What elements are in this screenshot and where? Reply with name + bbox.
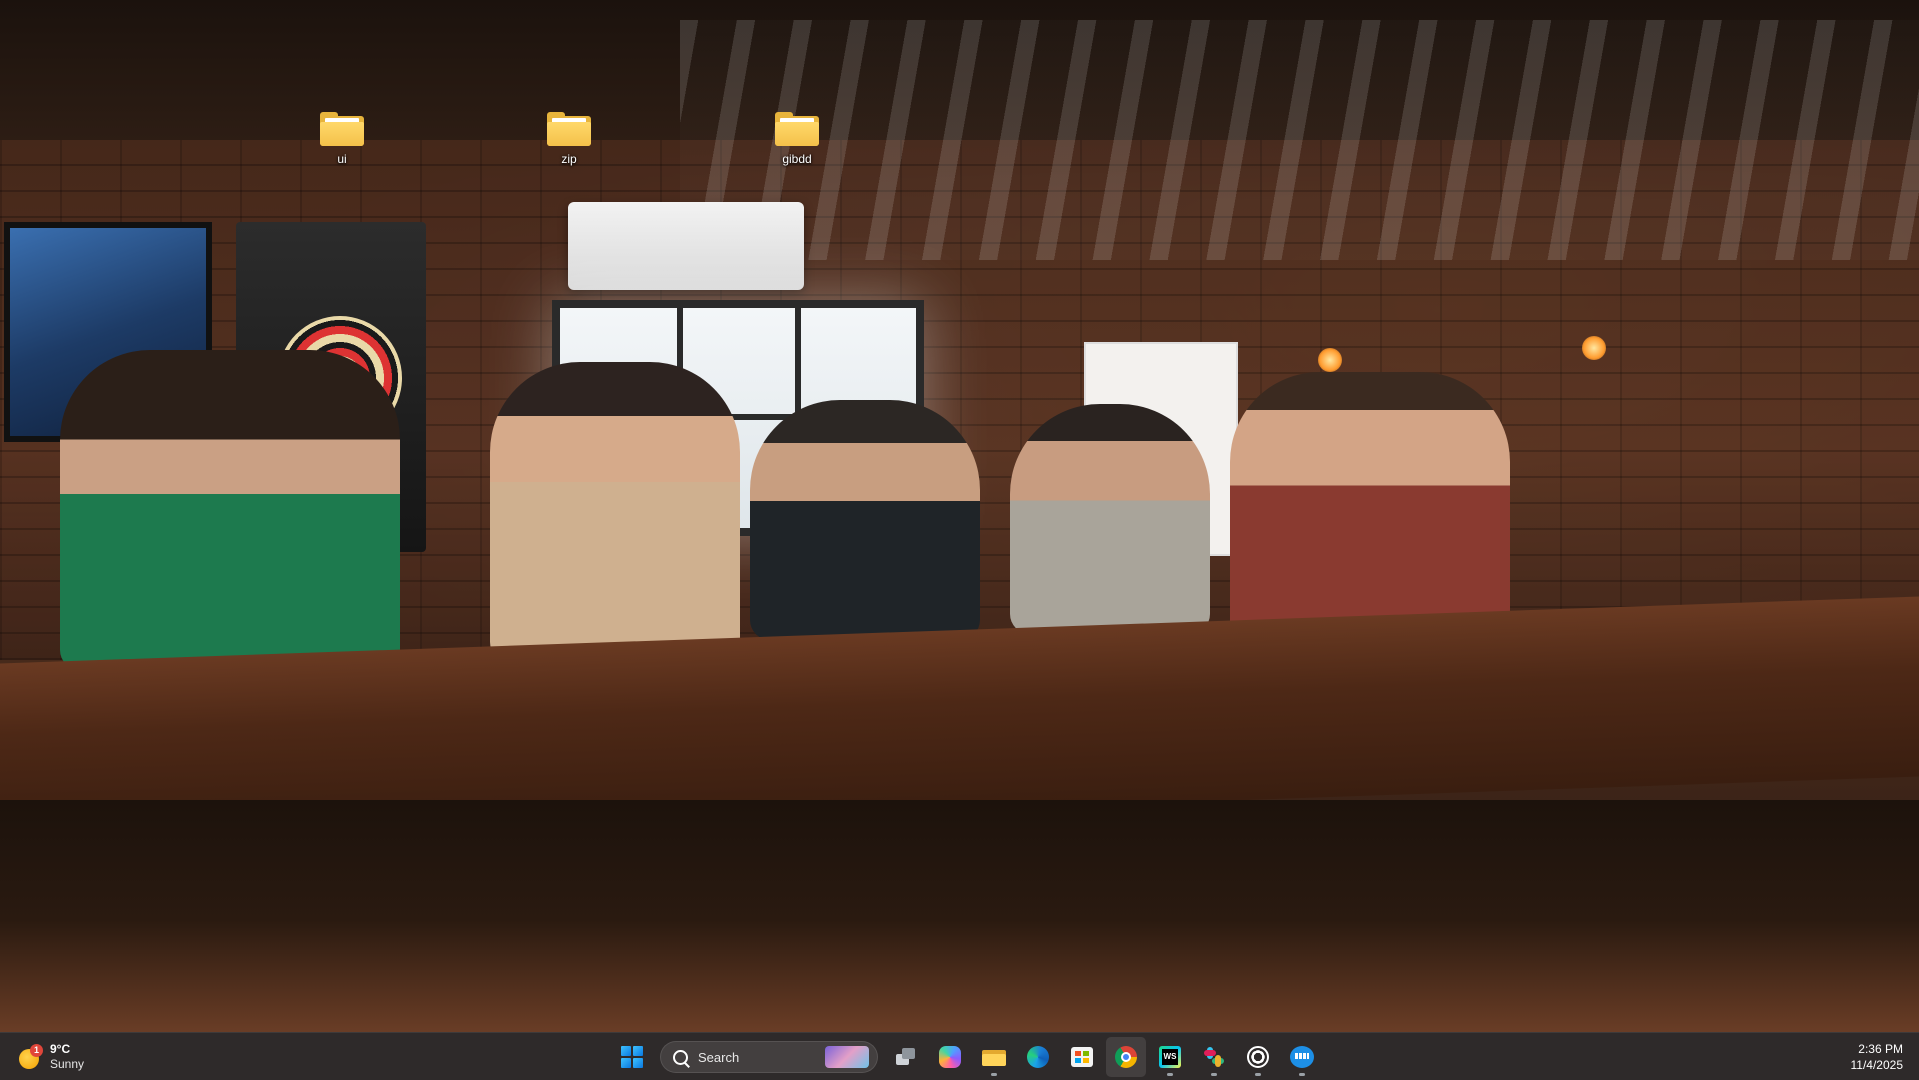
docker-icon: [1290, 1046, 1314, 1068]
system-clock[interactable]: 2:36 PM 11/4/2025: [1851, 1041, 1904, 1073]
task-view-button[interactable]: [886, 1037, 926, 1077]
taskbar-search[interactable]: Search: [660, 1041, 878, 1073]
wallpaper-person: [1230, 372, 1510, 642]
slack-icon: [1203, 1046, 1225, 1068]
chrome-button[interactable]: [1106, 1037, 1146, 1077]
wallpaper-air-conditioner: [568, 202, 804, 290]
folder-icon: [775, 112, 819, 146]
taskbar-apps: Search: [612, 1037, 1322, 1077]
notification-badge: 1: [30, 1044, 43, 1057]
task-view-icon: [896, 1048, 916, 1066]
folder-icon: [982, 1048, 1006, 1066]
chrome-icon: [1115, 1046, 1137, 1068]
desktop-icon-zip[interactable]: zip: [524, 112, 614, 166]
sun-icon: 1: [16, 1044, 43, 1070]
slack-button[interactable]: [1194, 1037, 1234, 1077]
search-label: Search: [698, 1049, 740, 1065]
docker-button[interactable]: [1282, 1037, 1322, 1077]
folder-icon: [320, 112, 364, 146]
wallpaper-bar-lower: [0, 800, 1919, 1032]
desktop-icon-label: gibdd: [782, 152, 812, 166]
webstorm-icon: [1159, 1046, 1181, 1068]
wallpaper-person: [750, 400, 980, 640]
start-button[interactable]: [612, 1037, 652, 1077]
desktop-icon-label: ui: [337, 152, 347, 166]
chatgpt-button[interactable]: [1238, 1037, 1278, 1077]
edge-icon: [1027, 1046, 1049, 1068]
taskbar: 1 9°C Sunny Search WS 2:36 PM 11/4/2025: [0, 1032, 1919, 1080]
wallpaper-person: [1010, 404, 1210, 634]
file-explorer-button[interactable]: [974, 1037, 1014, 1077]
weather-condition: Sunny: [50, 1057, 85, 1071]
store-button[interactable]: [1062, 1037, 1102, 1077]
chatgpt-icon: [1247, 1046, 1269, 1068]
edge-button[interactable]: [1018, 1037, 1058, 1077]
wallpaper-lamp: [1318, 348, 1342, 372]
clock-time: 2:36 PM: [1858, 1042, 1903, 1056]
desktop-icon-ui[interactable]: ui: [297, 112, 387, 166]
weather-widget[interactable]: 1 9°C Sunny: [16, 1039, 84, 1075]
weather-temperature: 9°C: [50, 1042, 71, 1056]
desktop-icon-gibdd[interactable]: gibdd: [752, 112, 842, 166]
webstorm-button[interactable]: [1150, 1037, 1190, 1077]
wallpaper-person: [490, 362, 740, 662]
wallpaper-lamp: [1582, 336, 1606, 360]
wallpaper-person: [60, 350, 400, 670]
desktop-icon-label: zip: [561, 152, 577, 166]
windows-start-icon: [621, 1046, 643, 1068]
search-icon: [673, 1049, 688, 1065]
desktop: ui zip gibdd: [0, 0, 1919, 1032]
copilot-icon: [939, 1046, 961, 1068]
search-highlight-icon: [825, 1046, 869, 1068]
store-icon: [1071, 1047, 1093, 1067]
copilot-button[interactable]: [930, 1037, 970, 1077]
folder-icon: [547, 112, 591, 146]
wallpaper-glass-rack: [680, 20, 1919, 260]
clock-date: 11/4/2025: [1850, 1058, 1904, 1072]
